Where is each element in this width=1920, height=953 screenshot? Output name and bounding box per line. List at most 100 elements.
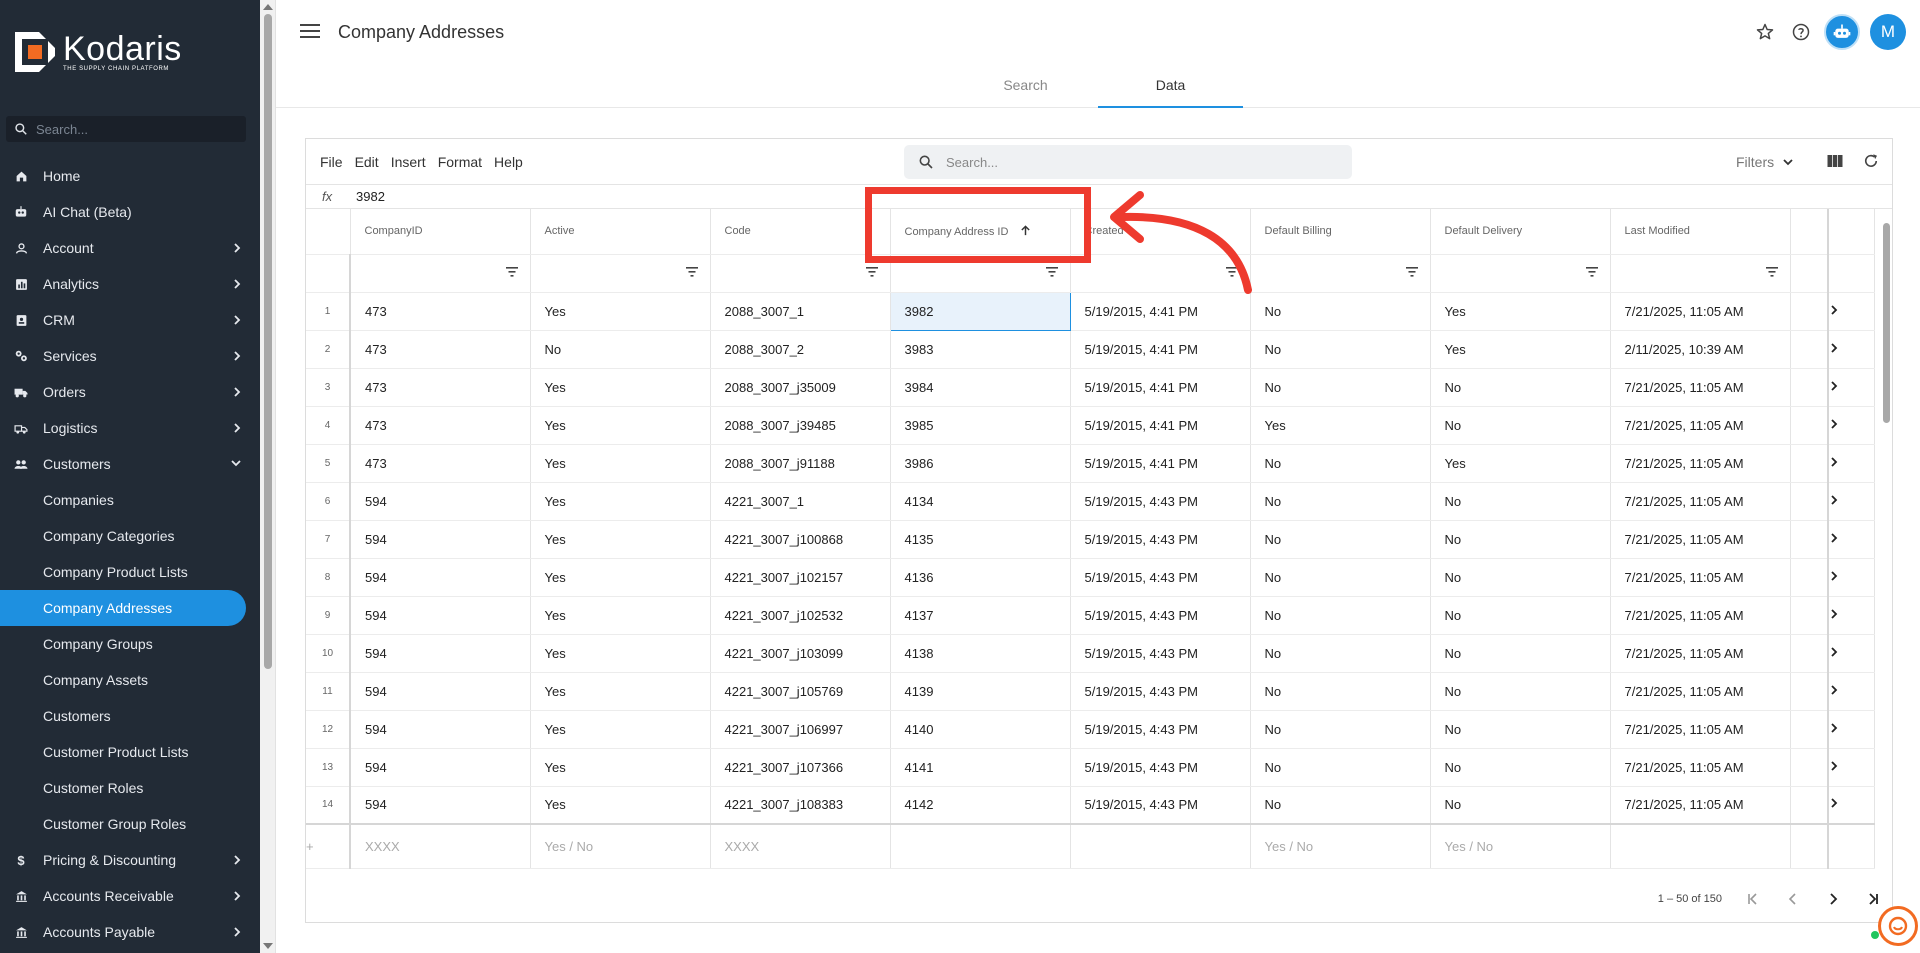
sidebar-subitem-customer-roles[interactable]: Customer Roles bbox=[0, 770, 260, 806]
row-open-button[interactable] bbox=[1827, 786, 1875, 825]
menu-help[interactable]: Help bbox=[494, 154, 523, 170]
menu-file[interactable]: File bbox=[320, 154, 343, 170]
cell-last-modified[interactable]: 7/21/2025, 11:05 AM bbox=[1610, 482, 1791, 521]
table-row[interactable]: 14 594 Yes 4221_3007_j108383 4142 5/19/2015, … bbox=[306, 786, 1875, 825]
cell-address-id[interactable]: 4142 bbox=[890, 786, 1071, 825]
cell-address-id[interactable]: 4135 bbox=[890, 520, 1071, 559]
cell-default-billing[interactable]: No bbox=[1250, 558, 1431, 597]
filter-cell[interactable] bbox=[1250, 254, 1431, 293]
cell-created[interactable]: 5/19/2015, 4:41 PM bbox=[1070, 368, 1251, 407]
scroll-down-arrow-icon[interactable] bbox=[263, 943, 273, 949]
row-number[interactable]: 4 bbox=[306, 406, 351, 445]
ai-assistant-button[interactable] bbox=[1824, 14, 1860, 50]
sidebar-subitem-customer-group-roles[interactable]: Customer Group Roles bbox=[0, 806, 260, 842]
table-row[interactable]: 8 594 Yes 4221_3007_j102157 4136 5/19/2015, 4… bbox=[306, 558, 1875, 597]
cell-active[interactable]: Yes bbox=[530, 482, 711, 521]
cell-created[interactable]: 5/19/2015, 4:41 PM bbox=[1070, 330, 1251, 369]
cell-last-modified[interactable]: 7/21/2025, 11:05 AM bbox=[1610, 710, 1791, 749]
sidebar-subitem-customers[interactable]: Customers bbox=[0, 698, 260, 734]
filter-icon[interactable] bbox=[1765, 266, 1778, 277]
cell-created[interactable]: 5/19/2015, 4:43 PM bbox=[1070, 520, 1251, 559]
cell-default-delivery[interactable]: Yes bbox=[1430, 292, 1611, 331]
grid-search[interactable] bbox=[904, 145, 1352, 179]
new-row-address-id[interactable] bbox=[890, 823, 1071, 869]
cell-created[interactable]: 5/19/2015, 4:43 PM bbox=[1070, 748, 1251, 787]
sidebar-subitem-company-groups[interactable]: Company Groups bbox=[0, 626, 260, 662]
table-row[interactable]: 6 594 Yes 4221_3007_1 4134 5/19/2015, 4:43 PM… bbox=[306, 482, 1875, 521]
scroll-up-arrow-icon[interactable] bbox=[263, 4, 273, 10]
cell-code[interactable]: 2088_3007_2 bbox=[710, 330, 891, 369]
row-open-button[interactable] bbox=[1827, 596, 1875, 635]
cell-address-id[interactable]: 3985 bbox=[890, 406, 1071, 445]
cell-last-modified[interactable]: 7/21/2025, 11:05 AM bbox=[1610, 558, 1791, 597]
cell-companyid[interactable]: 594 bbox=[350, 786, 531, 825]
cell-address-id[interactable]: 4141 bbox=[890, 748, 1071, 787]
table-row[interactable]: 12 594 Yes 4221_3007_j106997 4140 5/19/2015, … bbox=[306, 710, 1875, 749]
table-row[interactable]: 5 473 Yes 2088_3007_j91188 3986 5/19/2015, 4:… bbox=[306, 444, 1875, 483]
cell-default-billing[interactable]: No bbox=[1250, 634, 1431, 673]
cell-created[interactable]: 5/19/2015, 4:41 PM bbox=[1070, 406, 1251, 445]
table-row[interactable]: 10 594 Yes 4221_3007_j103099 4138 5/19/2015, … bbox=[306, 634, 1875, 673]
filter-icon[interactable] bbox=[865, 266, 878, 277]
sidebar-item-accounts-payable[interactable]: Accounts Payable bbox=[0, 914, 260, 950]
sidebar-subitem-company-product-lists[interactable]: Company Product Lists bbox=[0, 554, 260, 590]
cell-companyid[interactable]: 473 bbox=[350, 444, 531, 483]
cell-created[interactable]: 5/19/2015, 4:43 PM bbox=[1070, 634, 1251, 673]
column-header-default-billing[interactable]: Default Billing bbox=[1250, 209, 1431, 255]
menu-toggle-icon[interactable] bbox=[300, 24, 320, 40]
column-header-default-delivery[interactable]: Default Delivery bbox=[1430, 209, 1611, 255]
sidebar-item-crm[interactable]: CRM bbox=[0, 302, 260, 338]
chat-launcher-button[interactable] bbox=[1878, 906, 1918, 946]
next-page-icon[interactable] bbox=[1824, 890, 1842, 908]
filter-cell[interactable] bbox=[1610, 254, 1791, 293]
cell-default-delivery[interactable]: No bbox=[1430, 596, 1611, 635]
cell-companyid[interactable]: 594 bbox=[350, 672, 531, 711]
sidebar-scrollbar[interactable] bbox=[260, 0, 276, 953]
row-number[interactable]: 13 bbox=[306, 748, 351, 787]
cell-default-billing[interactable]: No bbox=[1250, 710, 1431, 749]
row-open-button[interactable] bbox=[1827, 406, 1875, 445]
cell-address-id[interactable]: 3983 bbox=[890, 330, 1071, 369]
add-row-button[interactable]: + bbox=[306, 823, 351, 869]
row-number[interactable]: 1 bbox=[306, 292, 351, 331]
refresh-icon[interactable] bbox=[1862, 152, 1880, 170]
row-number[interactable]: 6 bbox=[306, 482, 351, 521]
filter-icon[interactable] bbox=[1405, 266, 1418, 277]
sidebar-item-pricing[interactable]: $ Pricing & Discounting bbox=[0, 842, 260, 878]
cell-default-delivery[interactable]: Yes bbox=[1430, 444, 1611, 483]
cell-code[interactable]: 4221_3007_j105769 bbox=[710, 672, 891, 711]
sidebar-item-customers[interactable]: Customers bbox=[0, 446, 260, 482]
filters-dropdown[interactable]: Filters bbox=[1736, 154, 1794, 170]
cell-active[interactable]: Yes bbox=[530, 786, 711, 825]
row-open-button[interactable] bbox=[1827, 444, 1875, 483]
cell-companyid[interactable]: 594 bbox=[350, 634, 531, 673]
cell-code[interactable]: 4221_3007_j107366 bbox=[710, 748, 891, 787]
new-row-billing[interactable]: Yes / No bbox=[1250, 823, 1431, 869]
cell-code[interactable]: 4221_3007_j103099 bbox=[710, 634, 891, 673]
cell-created[interactable]: 5/19/2015, 4:43 PM bbox=[1070, 672, 1251, 711]
cell-default-delivery[interactable]: No bbox=[1430, 634, 1611, 673]
cell-companyid[interactable]: 594 bbox=[350, 596, 531, 635]
cell-active[interactable]: Yes bbox=[530, 444, 711, 483]
cell-last-modified[interactable]: 7/21/2025, 11:05 AM bbox=[1610, 748, 1791, 787]
cell-code[interactable]: 2088_3007_1 bbox=[710, 292, 891, 331]
table-row[interactable]: 3 473 Yes 2088_3007_j35009 3984 5/19/2015, 4:… bbox=[306, 368, 1875, 407]
sidebar-subitem-company-assets[interactable]: Company Assets bbox=[0, 662, 260, 698]
first-page-icon[interactable] bbox=[1744, 890, 1762, 908]
menu-format[interactable]: Format bbox=[438, 154, 482, 170]
cell-default-delivery[interactable]: Yes bbox=[1430, 330, 1611, 369]
row-open-button[interactable] bbox=[1827, 520, 1875, 559]
cell-companyid[interactable]: 594 bbox=[350, 520, 531, 559]
table-row[interactable]: 11 594 Yes 4221_3007_j105769 4139 5/19/2015, … bbox=[306, 672, 1875, 711]
new-row-created[interactable] bbox=[1070, 823, 1251, 869]
row-open-button[interactable] bbox=[1827, 368, 1875, 407]
menu-edit[interactable]: Edit bbox=[355, 154, 379, 170]
column-header-companyid[interactable]: CompanyID bbox=[350, 209, 531, 255]
cell-default-delivery[interactable]: No bbox=[1430, 558, 1611, 597]
sidebar-subitem-companies[interactable]: Companies bbox=[0, 482, 260, 518]
user-avatar[interactable]: M bbox=[1870, 14, 1906, 50]
cell-code[interactable]: 4221_3007_j108383 bbox=[710, 786, 891, 825]
row-number[interactable]: 5 bbox=[306, 444, 351, 483]
sidebar-subitem-customer-product-lists[interactable]: Customer Product Lists bbox=[0, 734, 260, 770]
cell-active[interactable]: Yes bbox=[530, 292, 711, 331]
